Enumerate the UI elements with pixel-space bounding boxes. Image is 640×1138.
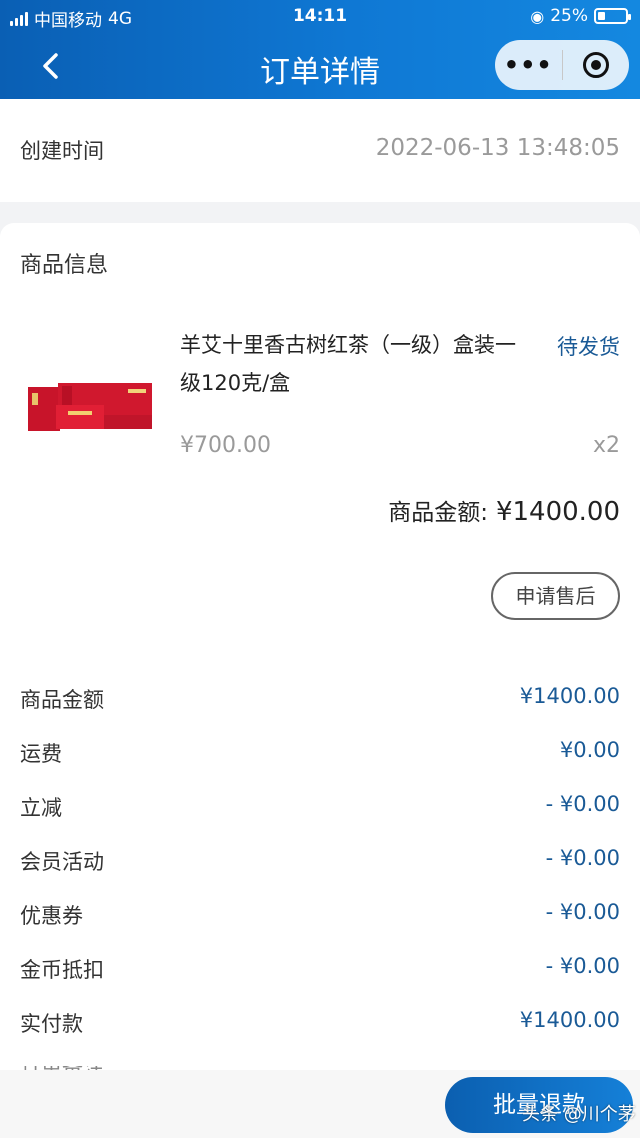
summary-value: ¥0.00 xyxy=(559,738,620,762)
summary-value: - ¥0.00 xyxy=(545,792,620,816)
app-header: 中国移动 4G 14:11 ◉ 25% 订单详情 ••• xyxy=(0,0,640,99)
summary-value: ¥1400.00 xyxy=(519,1008,620,1032)
product-image[interactable] xyxy=(28,381,152,431)
summary-row-discount: 立减 - ¥0.00 xyxy=(0,784,640,838)
status-right: ◉ 25% xyxy=(530,6,631,26)
summary-value: - ¥0.00 xyxy=(545,846,620,870)
summary-value: ¥1400.00 xyxy=(519,684,620,708)
summary-row-paid: 实付款 ¥1400.00 xyxy=(0,1000,640,1054)
more-menu-button[interactable]: ••• xyxy=(495,51,562,79)
subtotal-value: ¥1400.00 xyxy=(495,497,620,527)
shipping-status: 待发货 xyxy=(557,335,620,359)
product-name[interactable]: 羊艾十里香古树红茶（一级）盒装一级120克/盒 xyxy=(180,326,520,402)
product-subtotal: 商品金额: ¥1400.00 xyxy=(388,493,620,527)
watermark: 头条 @川个茅 xyxy=(522,1104,636,1125)
summary-value: - ¥0.00 xyxy=(545,900,620,924)
summary-row-goods-amount: 商品金额 ¥1400.00 xyxy=(0,676,640,730)
summary-label: 运费 xyxy=(20,742,62,766)
battery-percent: 25% xyxy=(550,6,588,26)
summary-row-coin-deduction: 金币抵扣 - ¥0.00 xyxy=(0,946,640,1000)
orientation-lock-icon: ◉ xyxy=(530,6,545,26)
summary-row-shipping: 运费 ¥0.00 xyxy=(0,730,640,784)
summary-label: 商品金额 xyxy=(20,688,104,712)
status-bar: 中国移动 4G 14:11 ◉ 25% xyxy=(0,6,640,31)
summary-label: 会员活动 xyxy=(20,850,104,874)
order-card: 商品信息 羊艾十里香古树红茶（一级）盒装一级120克/盒 待发货 ¥700.00… xyxy=(0,223,640,1138)
mini-program-capsule: ••• xyxy=(495,40,629,90)
price-summary: 商品金额 ¥1400.00 运费 ¥0.00 立减 - ¥0.00 会员活动 -… xyxy=(0,676,640,1054)
subtotal-label: 商品金额: xyxy=(388,500,488,526)
close-mini-program-button[interactable] xyxy=(563,52,630,78)
summary-label: 实付款 xyxy=(20,1012,83,1036)
summary-label: 立减 xyxy=(20,796,62,820)
summary-label: 金币抵扣 xyxy=(20,958,104,982)
unit-price: ¥700.00 xyxy=(180,433,271,458)
created-time-label: 创建时间 xyxy=(20,139,104,163)
summary-value: - ¥0.00 xyxy=(545,954,620,978)
summary-row-coupon: 优惠券 - ¥0.00 xyxy=(0,892,640,946)
after-sale-button[interactable]: 申请售后 xyxy=(491,572,620,620)
product-section-title: 商品信息 xyxy=(20,253,109,278)
created-time-panel: 创建时间 2022-06-13 13:48:05 xyxy=(0,99,640,202)
summary-row-member-activity: 会员活动 - ¥0.00 xyxy=(0,838,640,892)
target-icon xyxy=(582,52,609,78)
created-time-value: 2022-06-13 13:48:05 xyxy=(375,135,620,161)
quantity: x2 xyxy=(592,433,620,458)
battery-icon xyxy=(594,8,631,24)
summary-label: 优惠券 xyxy=(20,904,83,928)
